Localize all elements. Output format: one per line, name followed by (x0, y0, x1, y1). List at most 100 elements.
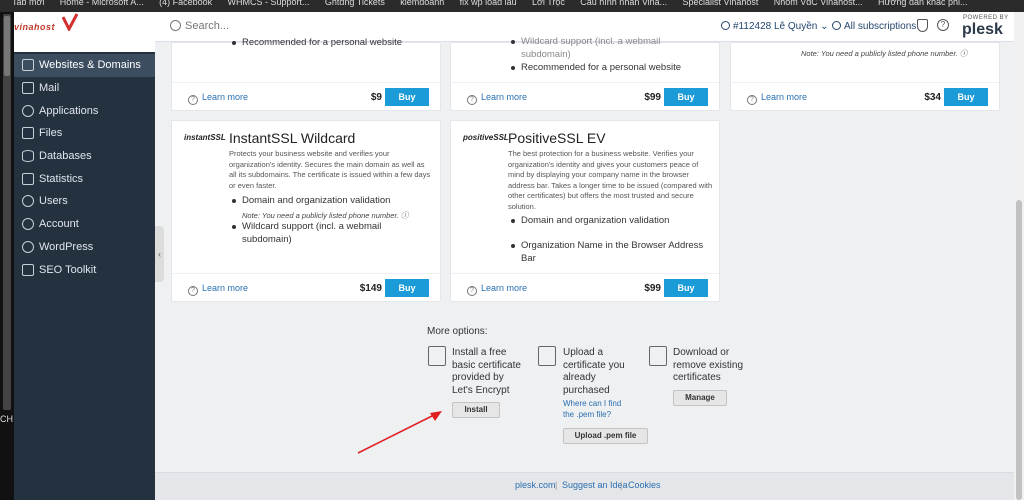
positivessl-logo: positiveSSL (463, 133, 509, 142)
bookmark[interactable]: fix wp load lâu (460, 0, 517, 7)
card-title: InstantSSL Wildcard (229, 130, 356, 146)
ssl-card-positivessl-ev: positiveSSL PositiveSSL EV The best prot… (450, 120, 720, 302)
bookmark[interactable]: kiemdoanh (400, 0, 444, 7)
download-icon (649, 346, 667, 366)
page-scrollbar[interactable] (1014, 12, 1024, 500)
sidebar-item-mail[interactable]: Mail (14, 77, 155, 100)
buy-button[interactable]: Buy (944, 88, 988, 106)
card-footer: ? Learn more $99 Buy (451, 82, 719, 110)
seo-icon (22, 263, 34, 276)
sidebar-item-label: Websites & Domains (39, 59, 141, 72)
card-footer: ? Learn more $34 Buy (731, 82, 999, 110)
option-text: Install a free basic certificate provide… (452, 347, 521, 396)
sidebar-item-wordpress[interactable]: WordPress (14, 236, 155, 259)
sidebar-item-applications[interactable]: Applications (14, 99, 155, 122)
sidebar-item-label: Users (39, 195, 68, 208)
price: $99 (644, 92, 661, 103)
folder-icon (22, 127, 34, 140)
left-scrollbar[interactable] (3, 14, 11, 410)
upload-pem-button[interactable]: Upload .pem file (563, 428, 648, 444)
price: $34 (924, 92, 941, 103)
chevron-left-icon: ‹ (158, 249, 161, 259)
price: $9 (370, 92, 382, 103)
annotation-arrow (357, 411, 442, 454)
buy-button[interactable]: Buy (664, 279, 708, 297)
sidebar-item-users[interactable]: Users (14, 190, 155, 213)
user-icon (22, 195, 34, 208)
search-input[interactable] (185, 16, 485, 36)
card-footer: ? Learn more $99 Buy (451, 273, 719, 301)
option-text: Upload a certificate you already purchas… (563, 347, 625, 396)
help-circle-icon: ? (747, 95, 757, 105)
feature-item: Wildcard support (incl. a webmail subdom… (511, 36, 701, 61)
feature-item: Recommended for a personal website (232, 37, 432, 50)
account-menu[interactable]: #112428 Lê Quyền ⌄ (733, 21, 829, 32)
help-circle-icon: ⓘ (400, 211, 409, 220)
bookmark[interactable]: Hướng dẫn khắc phi... (878, 0, 967, 7)
bookmark[interactable]: Nhóm VdC Vinahost... (774, 0, 863, 7)
chart-icon (22, 172, 34, 185)
buy-button[interactable]: Buy (664, 88, 708, 106)
instantssl-logo: instantSSL (184, 133, 226, 142)
price: $99 (644, 283, 661, 294)
bookmark[interactable]: Tab mới (12, 0, 44, 7)
bookmark[interactable]: WHMCS - Support... (228, 0, 310, 7)
account-icon (22, 218, 34, 231)
buy-button[interactable]: Buy (385, 279, 429, 297)
option-text: Download or remove existing certificates (673, 347, 744, 383)
scrollbar-thumb[interactable] (4, 16, 10, 76)
bookmark[interactable]: Home - Microsoft A... (60, 0, 144, 7)
learn-more-link[interactable]: ? Learn more (467, 283, 527, 296)
logo[interactable] (14, 12, 155, 52)
footer-link-plesk[interactable]: plesk.com (515, 480, 556, 490)
card-title: PositiveSSL EV (508, 130, 606, 146)
bookmark[interactable]: Cấu hình nhân Vina... (580, 0, 667, 7)
sidebar-item-label: Files (39, 127, 63, 140)
wordpress-icon (22, 240, 34, 253)
card-description: Protects your business website and verif… (229, 149, 431, 190)
sidebar-item-websites-domains[interactable]: Websites & Domains (14, 54, 155, 77)
shield-icon[interactable] (917, 19, 928, 32)
phone-note: Note: You need a publicly listed phone n… (801, 49, 968, 58)
upload-icon (538, 346, 556, 366)
pem-help-link[interactable]: Where can I find the .pem file? (563, 398, 633, 420)
bookmark[interactable]: Ghtdng Tickets (325, 0, 385, 7)
sidebar-item-label: Account (39, 218, 79, 231)
sidebar-item-account[interactable]: Account (14, 213, 155, 236)
subscriptions-icon (832, 21, 841, 30)
ssl-card-instantssl-wildcard: instantSSL InstantSSL Wildcard Protects … (171, 120, 441, 302)
ssl-card: Recommended for a personal website ? Lear… (171, 37, 441, 111)
footer-link-suggest-idea[interactable]: Suggest an Idea (562, 480, 628, 490)
sidebar-item-seo-toolkit[interactable]: SEO Toolkit (14, 258, 155, 281)
phone-note: Note: You need a publicly listed phone n… (242, 211, 409, 220)
sidebar-nav: Websites & Domains Mail Applications Fil… (14, 54, 155, 281)
learn-more-link[interactable]: ? Learn more (188, 92, 248, 105)
price: $149 (359, 283, 382, 294)
feature-item: Recommended for a personal website (511, 62, 711, 75)
sidebar-item-statistics[interactable]: Statistics (14, 167, 155, 190)
learn-more-link[interactable]: ? Learn more (467, 92, 527, 105)
sidebar-item-databases[interactable]: Databases (14, 145, 155, 168)
bookmark[interactable]: Specialist Vinahost (683, 0, 759, 7)
help-circle-icon: ? (467, 286, 477, 296)
ssl-card: Wildcard support (incl. a webmail subdom… (450, 36, 720, 111)
bookmark-bar: Tab mới Home - Microsoft A... (4) Facebo… (0, 0, 1024, 12)
feature-item: Organization Name in the Browser Address… (511, 240, 711, 265)
learn-more-link[interactable]: ? Learn more (747, 92, 807, 105)
manage-button[interactable]: Manage (673, 390, 727, 406)
search-icon (170, 20, 181, 31)
subscriptions-menu[interactable]: All subscriptions (844, 21, 916, 32)
footer-link-cookies[interactable]: Cookies (628, 480, 661, 490)
bookmark[interactable]: (4) Facebook (159, 0, 212, 7)
scrollbar-thumb[interactable] (1016, 200, 1022, 500)
sidebar-collapse-handle[interactable]: ‹ (155, 226, 164, 282)
sidebar-item-label: SEO Toolkit (39, 263, 97, 276)
help-icon[interactable]: ? (937, 19, 949, 31)
sidebar-item-files[interactable]: Files (14, 122, 155, 145)
bookmark[interactable]: Lời Trọc (532, 0, 565, 7)
help-circle-icon: ? (467, 95, 477, 105)
buy-button[interactable]: Buy (385, 88, 429, 106)
logo-text: vinahost (14, 22, 56, 32)
install-button[interactable]: Install (452, 402, 500, 418)
learn-more-link[interactable]: ? Learn more (188, 283, 248, 296)
